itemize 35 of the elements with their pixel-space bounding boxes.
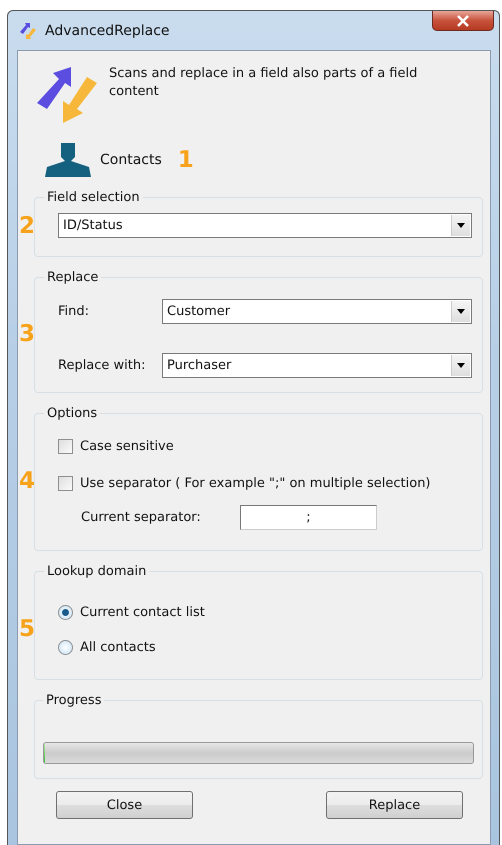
annotation-number: 4 — [19, 470, 36, 492]
radio-label: Current contact list — [80, 605, 205, 620]
close-button[interactable] — [432, 11, 494, 31]
radio-label: All contacts — [80, 640, 156, 655]
radio-button[interactable] — [58, 640, 73, 655]
field-dropdown[interactable]: ID/Status — [58, 213, 472, 238]
field-label: Find: — [58, 304, 90, 319]
annotation-number: 2 — [19, 214, 36, 238]
text-dropdown[interactable]: Customer — [162, 299, 472, 324]
annotation-number: 5 — [19, 618, 36, 641]
entity-label: Contacts — [100, 152, 162, 168]
checkbox[interactable] — [58, 439, 73, 454]
annotation-number: 3 — [19, 322, 36, 346]
group-title: Field selection — [46, 190, 141, 205]
text-dropdown[interactable]: Purchaser — [162, 353, 472, 378]
group-title: Progress — [45, 693, 102, 708]
dialog-button[interactable]: Close — [56, 791, 193, 819]
checkbox[interactable] — [58, 476, 73, 491]
description-text: Scans and replace in a field also parts of a field content — [109, 65, 418, 101]
group-title: Replace — [46, 270, 100, 285]
dialog-button[interactable]: Replace — [326, 791, 463, 819]
checkbox-label: Case sensitive — [80, 439, 174, 454]
annotation-number: 1 — [178, 148, 194, 172]
field-label: Current separator: — [81, 510, 202, 525]
arrows-icon — [18, 20, 38, 40]
field-label: Replace with: — [58, 358, 147, 373]
arrows-icon — [35, 65, 99, 125]
separator-field[interactable]: ; — [240, 505, 377, 530]
person-icon — [45, 143, 91, 177]
radio-button[interactable] — [58, 605, 73, 620]
close-icon — [456, 14, 470, 26]
group-title: Options — [46, 406, 98, 421]
checkbox-label: Use separator ( For example ";" on multiple selection) — [80, 476, 430, 491]
window-title: AdvancedReplace — [45, 22, 170, 38]
group-title: Lookup domain — [46, 564, 148, 579]
